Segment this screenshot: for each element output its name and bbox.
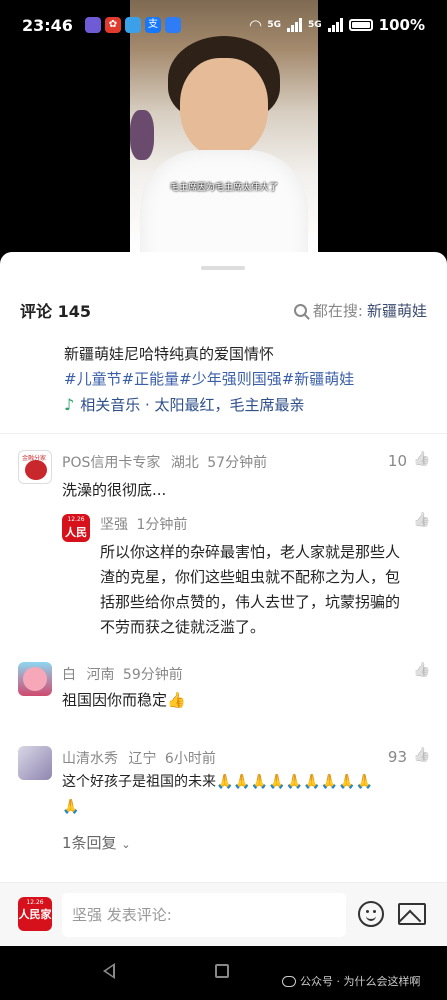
thumbs-up-icon [413, 453, 429, 469]
comments-sheet: 评论 145 都在搜: 新疆萌娃 新疆萌娃尼哈特纯真的爱国情怀 #儿童节#正能量… [0, 252, 447, 882]
avatar-date: 12.26 [67, 516, 85, 523]
comment-author-line: 山清水秀 辽宁 6小时前 [62, 748, 216, 768]
reply-text-line: 不劳而获之徒就泛滥了。 [100, 618, 266, 636]
battery-icon [348, 19, 373, 31]
comment-text-line: 🙏 [62, 799, 80, 815]
comment-time: 57分钟前 [207, 455, 268, 471]
comment-input-bar: 12.26 人民家 坚强 发表评论: [0, 882, 447, 946]
like-button[interactable] [413, 514, 429, 530]
comment-author[interactable]: POS信用卡专家 [62, 455, 160, 471]
reply-author[interactable]: 坚强 [100, 517, 128, 533]
signal-icon-2 [327, 18, 343, 32]
hot-search-term: 新疆萌娃 [366, 301, 427, 320]
network-5g-label: 5G [267, 20, 281, 30]
comment-text-line: 这个好孩子是祖国的未来🙏🙏🙏🙏🙏🙏🙏🙏🙏 [62, 774, 373, 790]
thumbs-up-icon [413, 514, 429, 530]
thumbs-up-icon [413, 749, 429, 765]
status-bar: 23:46 ✿ 支 ◠ 5G 5G 100% [0, 0, 447, 50]
comment-time: 6小时前 [164, 751, 216, 767]
avatar[interactable]: 12.26 人民家 [62, 514, 90, 542]
avatar[interactable] [18, 746, 52, 780]
sheet-drag-handle[interactable] [201, 266, 245, 270]
avatar-name: 人民家 [18, 908, 52, 921]
avatar[interactable] [18, 662, 52, 696]
network-5g-label-2: 5G [308, 20, 322, 30]
comment-text[interactable]: 这个好孩子是祖国的未来🙏🙏🙏🙏🙏🙏🙏🙏🙏 🙏 [62, 770, 442, 820]
reply-text[interactable]: 所以你这样的杂碎最害怕，老人家就是那些人 渣的克星，你们这些蛆虫就不配称之为人，… [100, 540, 440, 640]
video-subtitle: 毛主席因为毛主席太伟大了 [169, 183, 278, 193]
comment-author-line: 白 河南 59分钟前 [62, 664, 183, 684]
post-description: 新疆萌娃尼哈特纯真的爱国情怀 #儿童节#正能量#少年强则国强#新疆萌娃 [64, 342, 429, 392]
reply-text-line: 渣的克星，你们这些蛆虫就不配称之为人，包 [100, 568, 401, 586]
battery-percent: 100% [378, 16, 425, 34]
watermark-text: 公众号 · 为什么会这样啊 [300, 975, 421, 988]
reply-time: 1分钟前 [136, 517, 188, 533]
comment-author-line: POS信用卡专家 湖北 57分钟前 [62, 452, 267, 472]
divider [0, 433, 447, 434]
view-replies-label: 1条回复 [62, 834, 117, 852]
comments-header: 评论 145 都在搜: 新疆萌娃 [20, 298, 427, 322]
child-face [180, 58, 268, 158]
back-icon[interactable] [103, 963, 115, 979]
reply-text-line: 括那些给你点赞的，伟人去世了，坑蒙拐骗的 [100, 593, 401, 611]
like-button[interactable] [413, 664, 429, 680]
comment-author[interactable]: 山清水秀 [62, 751, 118, 767]
hot-search-link[interactable]: 都在搜: 新疆萌娃 [293, 300, 427, 321]
comment-author[interactable]: 白 [62, 667, 76, 683]
alipay-icon: 支 [144, 17, 161, 33]
like-button[interactable]: 10 [388, 452, 429, 470]
post-text: 新疆萌娃尼哈特纯真的爱国情怀 [64, 345, 275, 363]
child-shirt [140, 150, 308, 252]
view-replies-button[interactable]: 1条回复 ⌄ [62, 832, 131, 853]
search-icon [293, 303, 307, 317]
music-note-icon: ♪ [64, 395, 75, 414]
background-flowers [130, 110, 154, 160]
related-music-label: 相关音乐 · 太阳最红，毛主席最亲 [80, 396, 305, 414]
related-music-link[interactable]: ♪ 相关音乐 · 太阳最红，毛主席最亲 [64, 394, 305, 415]
like-button[interactable]: 93 [388, 748, 429, 766]
comment-text[interactable]: 洗澡的很彻底... [62, 478, 166, 503]
comments-count-title: 评论 145 [20, 302, 91, 321]
cloud-app-icon [124, 17, 141, 33]
thumbs-up-icon [413, 664, 429, 680]
reply-text-line: 所以你这样的杂碎最害怕，老人家就是那些人 [100, 543, 401, 561]
chevron-down-icon: ⌄ [121, 838, 131, 851]
post-tags[interactable]: #儿童节#正能量#少年强则国强#新疆萌娃 [64, 367, 429, 392]
comment-text[interactable]: 祖国因你而稳定👍 [62, 688, 186, 713]
status-time: 23:46 [22, 15, 73, 35]
like-count: 10 [387, 452, 407, 470]
wifi-icon: ◠ [249, 16, 262, 34]
comment-location: 河南 [86, 667, 115, 683]
reply-author-line: 坚强 1分钟前 [100, 514, 187, 534]
notification-icons: ✿ 支 [84, 17, 181, 33]
home-icon[interactable] [215, 964, 229, 978]
comment-location: 湖北 [170, 455, 199, 471]
circle-app-icon [164, 17, 181, 33]
wechat-icon [282, 975, 296, 987]
weibo-icon: ✿ [104, 17, 121, 33]
comment-time: 59分钟前 [122, 667, 183, 683]
flower-app-icon [84, 17, 101, 33]
avatar-date: 12.26 [26, 899, 44, 906]
comment-location: 辽宁 [128, 751, 157, 767]
comment-input[interactable]: 坚强 发表评论: [62, 893, 346, 937]
avatar-name: 人民家 [65, 526, 87, 539]
like-count: 93 [387, 748, 407, 766]
status-right: ◠ 5G 5G 100% [250, 16, 425, 34]
avatar[interactable]: 金融分家 [18, 450, 52, 484]
user-avatar[interactable]: 12.26 人民家 [18, 897, 52, 931]
watermark: 公众号 · 为什么会这样啊 [282, 973, 421, 989]
image-picker-icon[interactable] [398, 903, 426, 925]
emoji-icon[interactable] [358, 901, 384, 927]
hot-search-prefix: 都在搜: [312, 301, 363, 320]
signal-icon [287, 18, 302, 32]
system-nav-bar: 公众号 · 为什么会这样啊 [0, 946, 447, 1000]
